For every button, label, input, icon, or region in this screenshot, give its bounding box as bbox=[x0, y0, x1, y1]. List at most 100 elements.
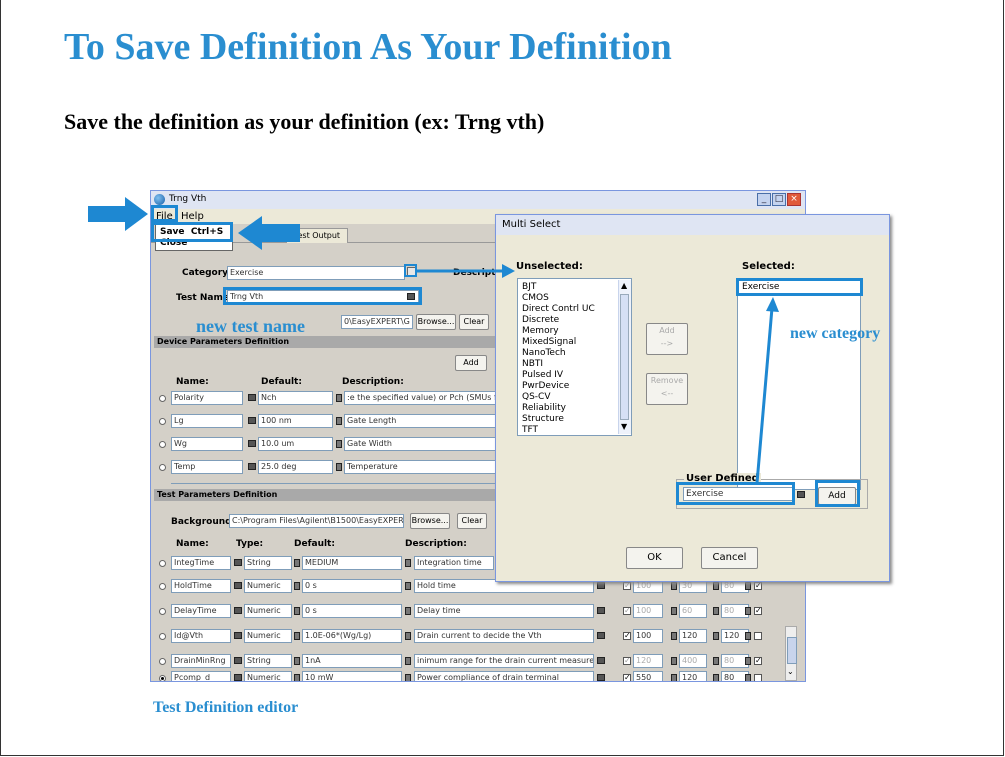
device-default-field[interactable]: 25.0 deg bbox=[258, 460, 333, 474]
device-default-field[interactable]: 10.0 um bbox=[258, 437, 333, 451]
dropdown-icon[interactable] bbox=[294, 559, 300, 567]
tab-test-output[interactable]: Test Output bbox=[286, 228, 348, 243]
row-checkbox[interactable]: ✓ bbox=[623, 657, 631, 665]
list-item[interactable]: Pulsed IV bbox=[522, 370, 563, 380]
device-description-field[interactable]: Gate Width bbox=[344, 437, 496, 451]
test-row-radio[interactable] bbox=[159, 675, 166, 681]
scroll-up-icon[interactable]: ▲ bbox=[621, 281, 627, 290]
test-row-radio[interactable] bbox=[159, 608, 166, 615]
keyboard-icon[interactable] bbox=[234, 607, 242, 614]
test-default-cell[interactable]: 10 mW bbox=[302, 671, 402, 681]
test-value-1[interactable]: 550 bbox=[633, 671, 663, 681]
device-default-field[interactable]: 100 nm bbox=[258, 414, 333, 428]
calculator-icon[interactable] bbox=[336, 440, 342, 448]
list-item[interactable]: Reliability bbox=[522, 403, 566, 413]
calculator-icon[interactable] bbox=[405, 674, 411, 681]
row-checkbox[interactable] bbox=[754, 632, 762, 640]
test-row-radio[interactable] bbox=[159, 560, 166, 567]
test-value-1[interactable]: 100 bbox=[633, 629, 663, 643]
row-checkbox[interactable] bbox=[754, 674, 762, 681]
calculator-icon[interactable] bbox=[713, 674, 719, 681]
calculator-icon[interactable] bbox=[336, 417, 342, 425]
row-checkbox[interactable]: ✓ bbox=[623, 607, 631, 615]
list-scrollbar[interactable]: ▲ ▼ bbox=[618, 280, 631, 434]
calculator-icon[interactable] bbox=[745, 632, 751, 640]
test-default-cell[interactable]: 1.0E-06*(Wg/Lg) bbox=[302, 629, 402, 643]
calculator-icon[interactable] bbox=[713, 607, 719, 615]
test-default-cell[interactable]: 1nA bbox=[302, 654, 402, 668]
cancel-button[interactable]: Cancel bbox=[701, 547, 758, 569]
test-value-1[interactable]: 100 bbox=[633, 604, 663, 618]
keyboard-icon[interactable] bbox=[597, 607, 605, 614]
test-name-cell[interactable]: IntegTime bbox=[171, 556, 231, 570]
row-checkbox[interactable]: ✓ bbox=[623, 674, 631, 681]
list-item[interactable]: Memory bbox=[522, 326, 559, 336]
scrollbar-thumb[interactable] bbox=[787, 637, 797, 664]
test-type-cell[interactable]: Numeric bbox=[244, 629, 292, 643]
selected-list[interactable]: Exercise bbox=[737, 278, 861, 490]
keyboard-icon[interactable] bbox=[234, 674, 242, 681]
calculator-icon[interactable] bbox=[405, 582, 411, 590]
test-type-cell[interactable]: Numeric bbox=[244, 604, 292, 618]
device-name-field[interactable]: Polarity bbox=[171, 391, 243, 405]
calculator-icon[interactable] bbox=[405, 607, 411, 615]
dropdown-icon[interactable] bbox=[294, 657, 300, 665]
test-value-1[interactable]: 120 bbox=[633, 654, 663, 668]
maximize-icon[interactable]: □ bbox=[772, 193, 786, 206]
clear-button[interactable]: Clear bbox=[459, 314, 489, 330]
test-name-cell[interactable]: Pcomp_d bbox=[171, 671, 231, 681]
unselected-list[interactable]: BJT CMOS Direct Contrl UC Discrete Memor… bbox=[517, 278, 632, 436]
test-description-cell[interactable]: inimum range for the drain current measu… bbox=[414, 654, 594, 668]
device-description-field[interactable]: Temperature bbox=[344, 460, 496, 474]
list-item[interactable]: NanoTech bbox=[522, 348, 566, 358]
test-default-cell[interactable]: 0 s bbox=[302, 604, 402, 618]
test-name-cell[interactable]: Id@Vth bbox=[171, 629, 231, 643]
list-item[interactable]: Discrete bbox=[522, 315, 559, 325]
calculator-icon[interactable] bbox=[336, 463, 342, 471]
list-item[interactable]: Structure bbox=[522, 414, 564, 424]
device-add-button[interactable]: Add bbox=[455, 355, 487, 371]
keyboard-icon[interactable] bbox=[234, 657, 242, 664]
keyboard-icon[interactable] bbox=[597, 674, 605, 681]
test-name-cell[interactable]: HoldTime bbox=[171, 579, 231, 593]
list-item[interactable]: MixedSignal bbox=[522, 337, 576, 347]
keyboard-icon[interactable] bbox=[797, 491, 805, 498]
row-checkbox[interactable]: ✓ bbox=[754, 657, 762, 665]
test-name-cell[interactable]: DrainMinRng bbox=[171, 654, 231, 668]
minimize-icon[interactable]: _ bbox=[757, 193, 771, 206]
calculator-icon[interactable] bbox=[671, 607, 677, 615]
list-item[interactable]: QS-CV bbox=[522, 392, 551, 402]
background-clear-button[interactable]: Clear bbox=[457, 513, 487, 529]
test-description-cell[interactable]: Power compliance of drain terminal bbox=[414, 671, 594, 681]
test-type-cell[interactable]: Numeric bbox=[244, 671, 292, 681]
list-item[interactable]: Direct Contrl UC bbox=[522, 304, 595, 314]
browse-button[interactable]: Browse... bbox=[416, 314, 456, 330]
calculator-icon[interactable] bbox=[336, 394, 342, 402]
device-name-field[interactable]: Temp bbox=[171, 460, 243, 474]
test-name-cell[interactable]: DelayTime bbox=[171, 604, 231, 618]
device-description-field[interactable]: :e the specified value) or Pch (SMUs for… bbox=[344, 391, 496, 405]
list-item[interactable]: TFT bbox=[522, 425, 538, 435]
list-item[interactable]: PwrDevice bbox=[522, 381, 569, 391]
test-description-cell[interactable]: Integration time bbox=[414, 556, 494, 570]
remove-from-selected-button[interactable]: Remove <-- bbox=[646, 373, 688, 405]
calculator-icon[interactable] bbox=[713, 582, 719, 590]
test-value-2[interactable]: 60 bbox=[679, 604, 707, 618]
list-item[interactable]: CMOS bbox=[522, 293, 549, 303]
device-name-field[interactable]: Lg bbox=[171, 414, 243, 428]
test-default-cell[interactable]: 0 s bbox=[302, 579, 402, 593]
keyboard-icon[interactable] bbox=[597, 582, 605, 589]
close-icon[interactable]: × bbox=[787, 193, 801, 206]
test-type-cell[interactable]: String bbox=[244, 556, 292, 570]
path-field[interactable]: 0\EasyEXPERT\G bbox=[341, 315, 413, 329]
test-default-cell[interactable]: MEDIUM bbox=[302, 556, 402, 570]
category-field[interactable]: Exercise bbox=[227, 266, 405, 280]
dropdown-icon[interactable] bbox=[294, 582, 300, 590]
device-row-radio[interactable] bbox=[159, 395, 166, 402]
background-browse-button[interactable]: Browse... bbox=[410, 513, 450, 529]
calculator-icon[interactable] bbox=[671, 674, 677, 681]
keyboard-icon[interactable] bbox=[597, 632, 605, 639]
keyboard-icon[interactable] bbox=[234, 559, 242, 566]
dropdown-icon[interactable] bbox=[294, 607, 300, 615]
row-checkbox[interactable]: ✓ bbox=[623, 632, 631, 640]
